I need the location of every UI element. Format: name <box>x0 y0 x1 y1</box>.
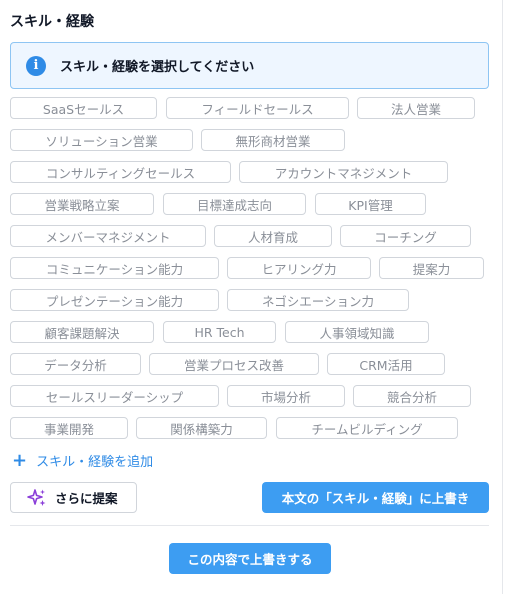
skill-tag[interactable]: 関係構築力 <box>136 417 267 439</box>
skill-tag[interactable]: HR Tech <box>163 321 276 343</box>
add-skill-link[interactable]: + スキル・経験を追加 <box>12 451 153 470</box>
add-skill-label: スキル・経験を追加 <box>36 455 154 470</box>
skill-tag[interactable]: 人事領域知識 <box>285 321 429 343</box>
skill-tag[interactable]: セールスリーダーシップ <box>10 385 219 407</box>
skill-tag[interactable]: SaaSセールス <box>10 97 157 119</box>
skill-tag[interactable]: 法人営業 <box>357 97 475 119</box>
skill-tag[interactable]: CRM活用 <box>327 353 445 375</box>
skill-tag[interactable]: プレゼンテーション能力 <box>10 289 219 311</box>
sparkle-icon <box>27 488 46 506</box>
skill-tag[interactable]: KPI管理 <box>315 193 426 215</box>
skill-tag[interactable]: フィールドセールス <box>166 97 349 119</box>
skill-tag[interactable]: 人材育成 <box>214 225 332 247</box>
apply-overwrite-button[interactable]: この内容で上書きする <box>169 543 331 574</box>
skill-tag[interactable]: 目標達成志向 <box>163 193 306 215</box>
skill-tag[interactable]: 事業開発 <box>10 417 128 439</box>
skill-tag[interactable]: チームビルディング <box>276 417 458 439</box>
skill-tag[interactable]: 競合分析 <box>353 385 471 407</box>
skill-tag[interactable]: 市場分析 <box>227 385 345 407</box>
skill-tag[interactable]: コンサルティングセールス <box>10 161 231 183</box>
skill-tag[interactable]: アカウントマネジメント <box>239 161 448 183</box>
skill-tag[interactable]: コミュニケーション能力 <box>10 257 219 279</box>
divider <box>10 525 489 526</box>
skill-tag[interactable]: 顧客課題解決 <box>10 321 154 343</box>
skill-tag[interactable]: メンバーマネジメント <box>10 225 206 247</box>
plus-icon: + <box>12 449 28 471</box>
skill-tag[interactable]: 営業プロセス改善 <box>149 353 319 375</box>
skill-tag[interactable]: データ分析 <box>10 353 141 375</box>
suggest-more-button[interactable]: さらに提案 <box>10 482 137 513</box>
skills-panel: スキル・経験 i スキル・経験を選択してください SaaSセールス フィールドセ… <box>0 0 503 594</box>
skill-tag-list: SaaSセールス フィールドセールス 法人営業 ソリューション営業 無形商材営業… <box>0 0 506 450</box>
skill-tag[interactable]: 提案力 <box>379 257 484 279</box>
skill-tag[interactable]: 無形商材営業 <box>201 129 345 151</box>
suggest-more-label: さらに提案 <box>55 491 118 506</box>
skill-tag[interactable]: 営業戦略立案 <box>10 193 154 215</box>
skill-tag[interactable]: ソリューション営業 <box>10 129 193 151</box>
skill-tag[interactable]: コーチング <box>340 225 471 247</box>
skill-tag[interactable]: ヒアリング力 <box>227 257 371 279</box>
skill-tag[interactable]: ネゴシエーション力 <box>227 289 409 311</box>
overwrite-body-button[interactable]: 本文の「スキル・経験」に上書き <box>262 482 489 513</box>
